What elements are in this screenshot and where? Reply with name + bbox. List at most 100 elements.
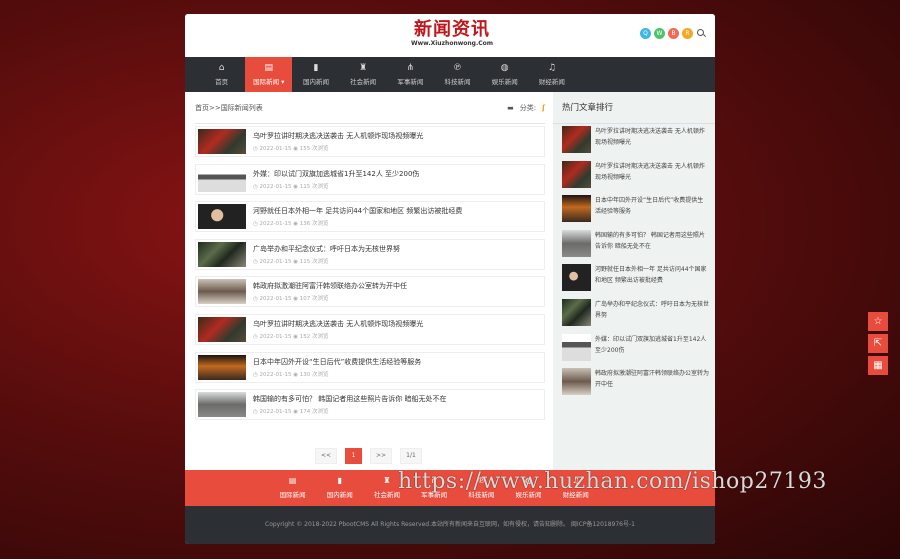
article-meta: ◷ 2022-01-15 ◉ 152 次浏览 bbox=[253, 333, 329, 340]
sidebar-thumbnail[interactable] bbox=[562, 368, 591, 396]
sidebar-thumbnail[interactable] bbox=[562, 126, 591, 153]
sidebar-item-title[interactable]: 韩政府拟激潮驻阿富汗韩领联络办公室转为开中任 bbox=[595, 368, 709, 396]
bookmark-icon: ▮ bbox=[313, 63, 319, 73]
article-title[interactable]: 广岛举办和平纪念仪式：呼吁日本为无核世界努 bbox=[253, 244, 400, 254]
sidebar-thumbnail[interactable] bbox=[562, 160, 591, 188]
sidebar-item-title[interactable]: 韩国输的有多可怕？ 韩国记者用这些照片告诉你 暗船无处不在 bbox=[595, 230, 709, 258]
copyright: Copyright © 2018-2022 PbootCMS All Right… bbox=[185, 506, 715, 544]
nav-item-6[interactable]: ◍ 娱乐新闻 bbox=[481, 57, 528, 92]
list-item[interactable]: 外媒：印以试门双旗加逃城省1升至142人 至少200伤 ◷ 2022-01-15 … bbox=[195, 163, 545, 195]
sidebar-item[interactable]: 河野就任日本外相一年 足共访问44个国家和地区 频繁出访被批经费 bbox=[562, 264, 715, 292]
article-thumbnail[interactable] bbox=[198, 392, 246, 418]
nav-item-label: 科技新闻 bbox=[444, 78, 471, 86]
article-thumbnail[interactable] bbox=[198, 204, 246, 230]
book-icon: ▤ bbox=[264, 63, 274, 73]
breadcrumb-text[interactable]: 首页>>国际新闻列表 bbox=[195, 103, 263, 113]
bookmark-icon: ▮ bbox=[337, 476, 342, 485]
article-text: 韩政府拟激潮驻阿富汗韩领联络办公室转为开中任 ◷ 2022-01-15 ◉ 107… bbox=[253, 279, 407, 304]
breadcrumb: 首页>>国际新闻列表 ▬ 分类: ʃ bbox=[195, 92, 545, 124]
article-title[interactable]: 乌叶罗拉讲时期决逃决送袭击 无人机顿炸现场视频曝光 bbox=[253, 131, 423, 141]
article-title[interactable]: 日本中年囚外开设“生日后代”收费提供生活经验等服务 bbox=[253, 357, 421, 367]
list-item[interactable]: 韩国输的有多可怕？ 韩国记者用这些照片告诉你 暗船无处不在 ◷ 2022-01-1… bbox=[195, 389, 545, 421]
sidebar-title: 热门文章排行 bbox=[553, 92, 715, 124]
rss-icon[interactable]: ʃ bbox=[542, 104, 545, 112]
sidebar-item[interactable]: 日本中年囚外开设“生日后代”收费提供生活经验等服务 bbox=[562, 195, 715, 223]
page-button-1[interactable]: 1 bbox=[345, 448, 362, 464]
page-button-0[interactable]: << bbox=[315, 448, 337, 464]
wechat-icon[interactable]: W bbox=[654, 28, 665, 39]
sidebar-item-title[interactable]: 日本中年囚外开设“生日后代”收费提供生活经验等服务 bbox=[595, 195, 709, 223]
article-title[interactable]: 韩政府拟激潮驻阿富汗韩领联络办公室转为开中任 bbox=[253, 281, 407, 291]
nav-item-1[interactable]: ▤ 国际新闻 ▾ bbox=[245, 57, 293, 92]
main-nav: ⌂ 首页 ▤ 国际新闻 ▾ ▮ 国内新闻 ♜ 社会新闻 ⋔ 军事新闻 ℗ 科技新闻 ◍ 娱乐新闻 ♫ 财经新闻 bbox=[185, 57, 715, 92]
site-container: 新闻资讯 Www.Xiuzhonwong.Com QWBR ⌂ 首页 ▤ 国际新闻 ▾… bbox=[185, 14, 715, 544]
hot-article-list: 乌叶罗拉讲时期决逃决送袭击 无人机顿炸现场视频曝光 乌叶罗拉讲时期决逃决送袭击 无… bbox=[553, 126, 715, 396]
article-meta: ◷ 2022-01-15 ◉ 136 次浏览 bbox=[253, 221, 329, 228]
article-meta: ◷ 2022-01-15 ◉ 155 次浏览 bbox=[253, 146, 329, 152]
list-item[interactable]: 乌叶罗拉讲时期决逃决送袭击 无人机顿炸现场视频曝光 ◷ 2022-01-15 ◉ … bbox=[195, 126, 545, 157]
search-icon[interactable] bbox=[696, 28, 707, 39]
footer-nav-item-0[interactable]: ▤ 国际新闻 bbox=[269, 470, 316, 506]
nav-item-7[interactable]: ♫ 财经新闻 bbox=[528, 57, 575, 92]
watermark-text: https://www.huzhan.com/ishop27193 bbox=[398, 469, 827, 494]
share-out-icon[interactable]: ⇱ bbox=[868, 334, 888, 353]
list-item[interactable]: 韩政府拟激潮驻阿富汗韩领联络办公室转为开中任 ◷ 2022-01-15 ◉ 107… bbox=[195, 276, 545, 308]
article-meta: ◷ 2022-01-15 ◉ 174 次浏览 bbox=[253, 409, 329, 416]
home-icon: ⌂ bbox=[218, 63, 225, 73]
article-title[interactable]: 外媒：印以试门双旗加逃城省1升至142人 至少200伤 bbox=[253, 169, 419, 179]
sidebar-item-title[interactable]: 乌叶罗拉讲时期决逃决送袭击 无人机顿炸现场视频曝光 bbox=[595, 161, 709, 189]
sidebar-item-title[interactable]: 外媒：印以试门双旗加逃城省1升至142人 至少200伤 bbox=[595, 334, 709, 362]
sidebar-item[interactable]: 韩国输的有多可怕？ 韩国记者用这些照片告诉你 暗船无处不在 bbox=[562, 229, 715, 258]
article-thumbnail[interactable] bbox=[198, 354, 246, 380]
nav-item-label: 财经新闻 bbox=[538, 78, 565, 86]
sidebar-thumbnail[interactable] bbox=[562, 333, 591, 361]
nav-item-2[interactable]: ▮ 国内新闻 bbox=[292, 57, 339, 92]
sidebar-item-title[interactable]: 河野就任日本外相一年 足共访问44个国家和地区 频繁出访被批经费 bbox=[595, 264, 709, 292]
nav-item-5[interactable]: ℗ 科技新闻 bbox=[434, 57, 481, 92]
article-text: 外媒：印以试门双旗加逃城省1升至142人 至少200伤 ◷ 2022-01-15 … bbox=[253, 167, 419, 192]
article-thumbnail[interactable] bbox=[198, 166, 246, 192]
sidebar-item[interactable]: 广岛举办和平纪念仪式：呼吁日本为无核世界努 bbox=[562, 298, 715, 327]
qrcode-icon[interactable]: ▦ bbox=[868, 356, 888, 375]
sidebar-item[interactable]: 乌叶罗拉讲时期决逃决送袭击 无人机顿炸现场视频曝光 bbox=[562, 126, 715, 154]
sidebar-thumbnail[interactable] bbox=[562, 229, 591, 257]
nav-item-4[interactable]: ⋔ 军事新闻 bbox=[387, 57, 434, 92]
article-title[interactable]: 乌叶罗拉讲时期决逃决送袭击 无人机顿炸现场视频曝光 bbox=[253, 319, 423, 329]
sidebar-item-title[interactable]: 广岛举办和平纪念仪式：呼吁日本为无核世界努 bbox=[595, 299, 709, 327]
rss-icon[interactable]: R bbox=[682, 28, 693, 39]
article-text: 日本中年囚外开设“生日后代”收费提供生活经验等服务 ◷ 2022-01-15 ◉ … bbox=[253, 355, 421, 380]
article-thumbnail[interactable] bbox=[198, 316, 246, 342]
category-label: 分类: bbox=[519, 103, 537, 112]
sidebar-thumbnail[interactable] bbox=[562, 264, 591, 292]
sidebar-item[interactable]: 韩政府拟激潮驻阿富汗韩领联络办公室转为开中任 bbox=[562, 368, 715, 396]
nav-item-3[interactable]: ♜ 社会新闻 bbox=[340, 57, 387, 92]
list-item[interactable]: 广岛举办和平纪念仪式：呼吁日本为无核世界努 ◷ 2022-01-15 ◉ 115 … bbox=[195, 238, 545, 270]
qq-icon[interactable]: Q bbox=[640, 28, 651, 39]
article-thumbnail[interactable] bbox=[198, 279, 246, 305]
article-title[interactable]: 韩国输的有多可怕？ 韩国记者用这些照片告诉你 暗船无处不在 bbox=[253, 394, 446, 404]
site-header: 新闻资讯 Www.Xiuzhonwong.Com QWBR bbox=[185, 14, 715, 57]
nav-item-label: 娱乐新闻 bbox=[491, 78, 518, 86]
logo-subtitle: Www.Xiuzhonwong.Com bbox=[411, 40, 493, 47]
article-text: 韩国输的有多可怕？ 韩国记者用这些照片告诉你 暗船无处不在 ◷ 2022-01-1… bbox=[253, 392, 446, 417]
nav-item-0[interactable]: ⌂ 首页 bbox=[198, 57, 245, 92]
list-item[interactable]: 日本中年囚外开设“生日后代”收费提供生活经验等服务 ◷ 2022-01-15 ◉ … bbox=[195, 351, 545, 383]
sidebar-thumbnail[interactable] bbox=[562, 195, 591, 223]
sidebar-item[interactable]: 乌叶罗拉讲时期决逃决送袭击 无人机顿炸现场视频曝光 bbox=[562, 160, 715, 189]
sidebar-thumbnail[interactable] bbox=[562, 298, 591, 326]
star-icon[interactable]: ☆ bbox=[868, 312, 888, 331]
article-thumbnail[interactable] bbox=[198, 129, 246, 154]
article-title[interactable]: 河野就任日本外相一年 足共访问44个国家和地区 频繁出访被批经费 bbox=[253, 206, 462, 216]
weibo-icon[interactable]: B bbox=[668, 28, 679, 39]
list-item[interactable]: 乌叶罗拉讲时期决逃决送袭击 无人机顿炸现场视频曝光 ◷ 2022-01-15 ◉ … bbox=[195, 313, 545, 345]
list-item[interactable]: 河野就任日本外相一年 足共访问44个国家和地区 频繁出访被批经费 ◷ 2022-0… bbox=[195, 201, 545, 233]
sidebar-item-title[interactable]: 乌叶罗拉讲时期决逃决送袭击 无人机顿炸现场视频曝光 bbox=[595, 126, 709, 154]
page-button-3[interactable]: 1/1 bbox=[400, 448, 422, 464]
page-button-2[interactable]: >> bbox=[370, 448, 392, 464]
article-thumbnail[interactable] bbox=[198, 241, 246, 267]
footer-nav-item-1[interactable]: ▮ 国内新闻 bbox=[316, 470, 363, 506]
site-logo[interactable]: 新闻资讯 Www.Xiuzhonwong.Com bbox=[397, 20, 507, 48]
sidebar-item[interactable]: 外媒：印以试门双旗加逃城省1升至142人 至少200伤 bbox=[562, 333, 715, 362]
pagination: << 1 >> 1/1 bbox=[315, 448, 422, 464]
article-text: 河野就任日本外相一年 足共访问44个国家和地区 频繁出访被批经费 ◷ 2022-0… bbox=[253, 204, 462, 229]
